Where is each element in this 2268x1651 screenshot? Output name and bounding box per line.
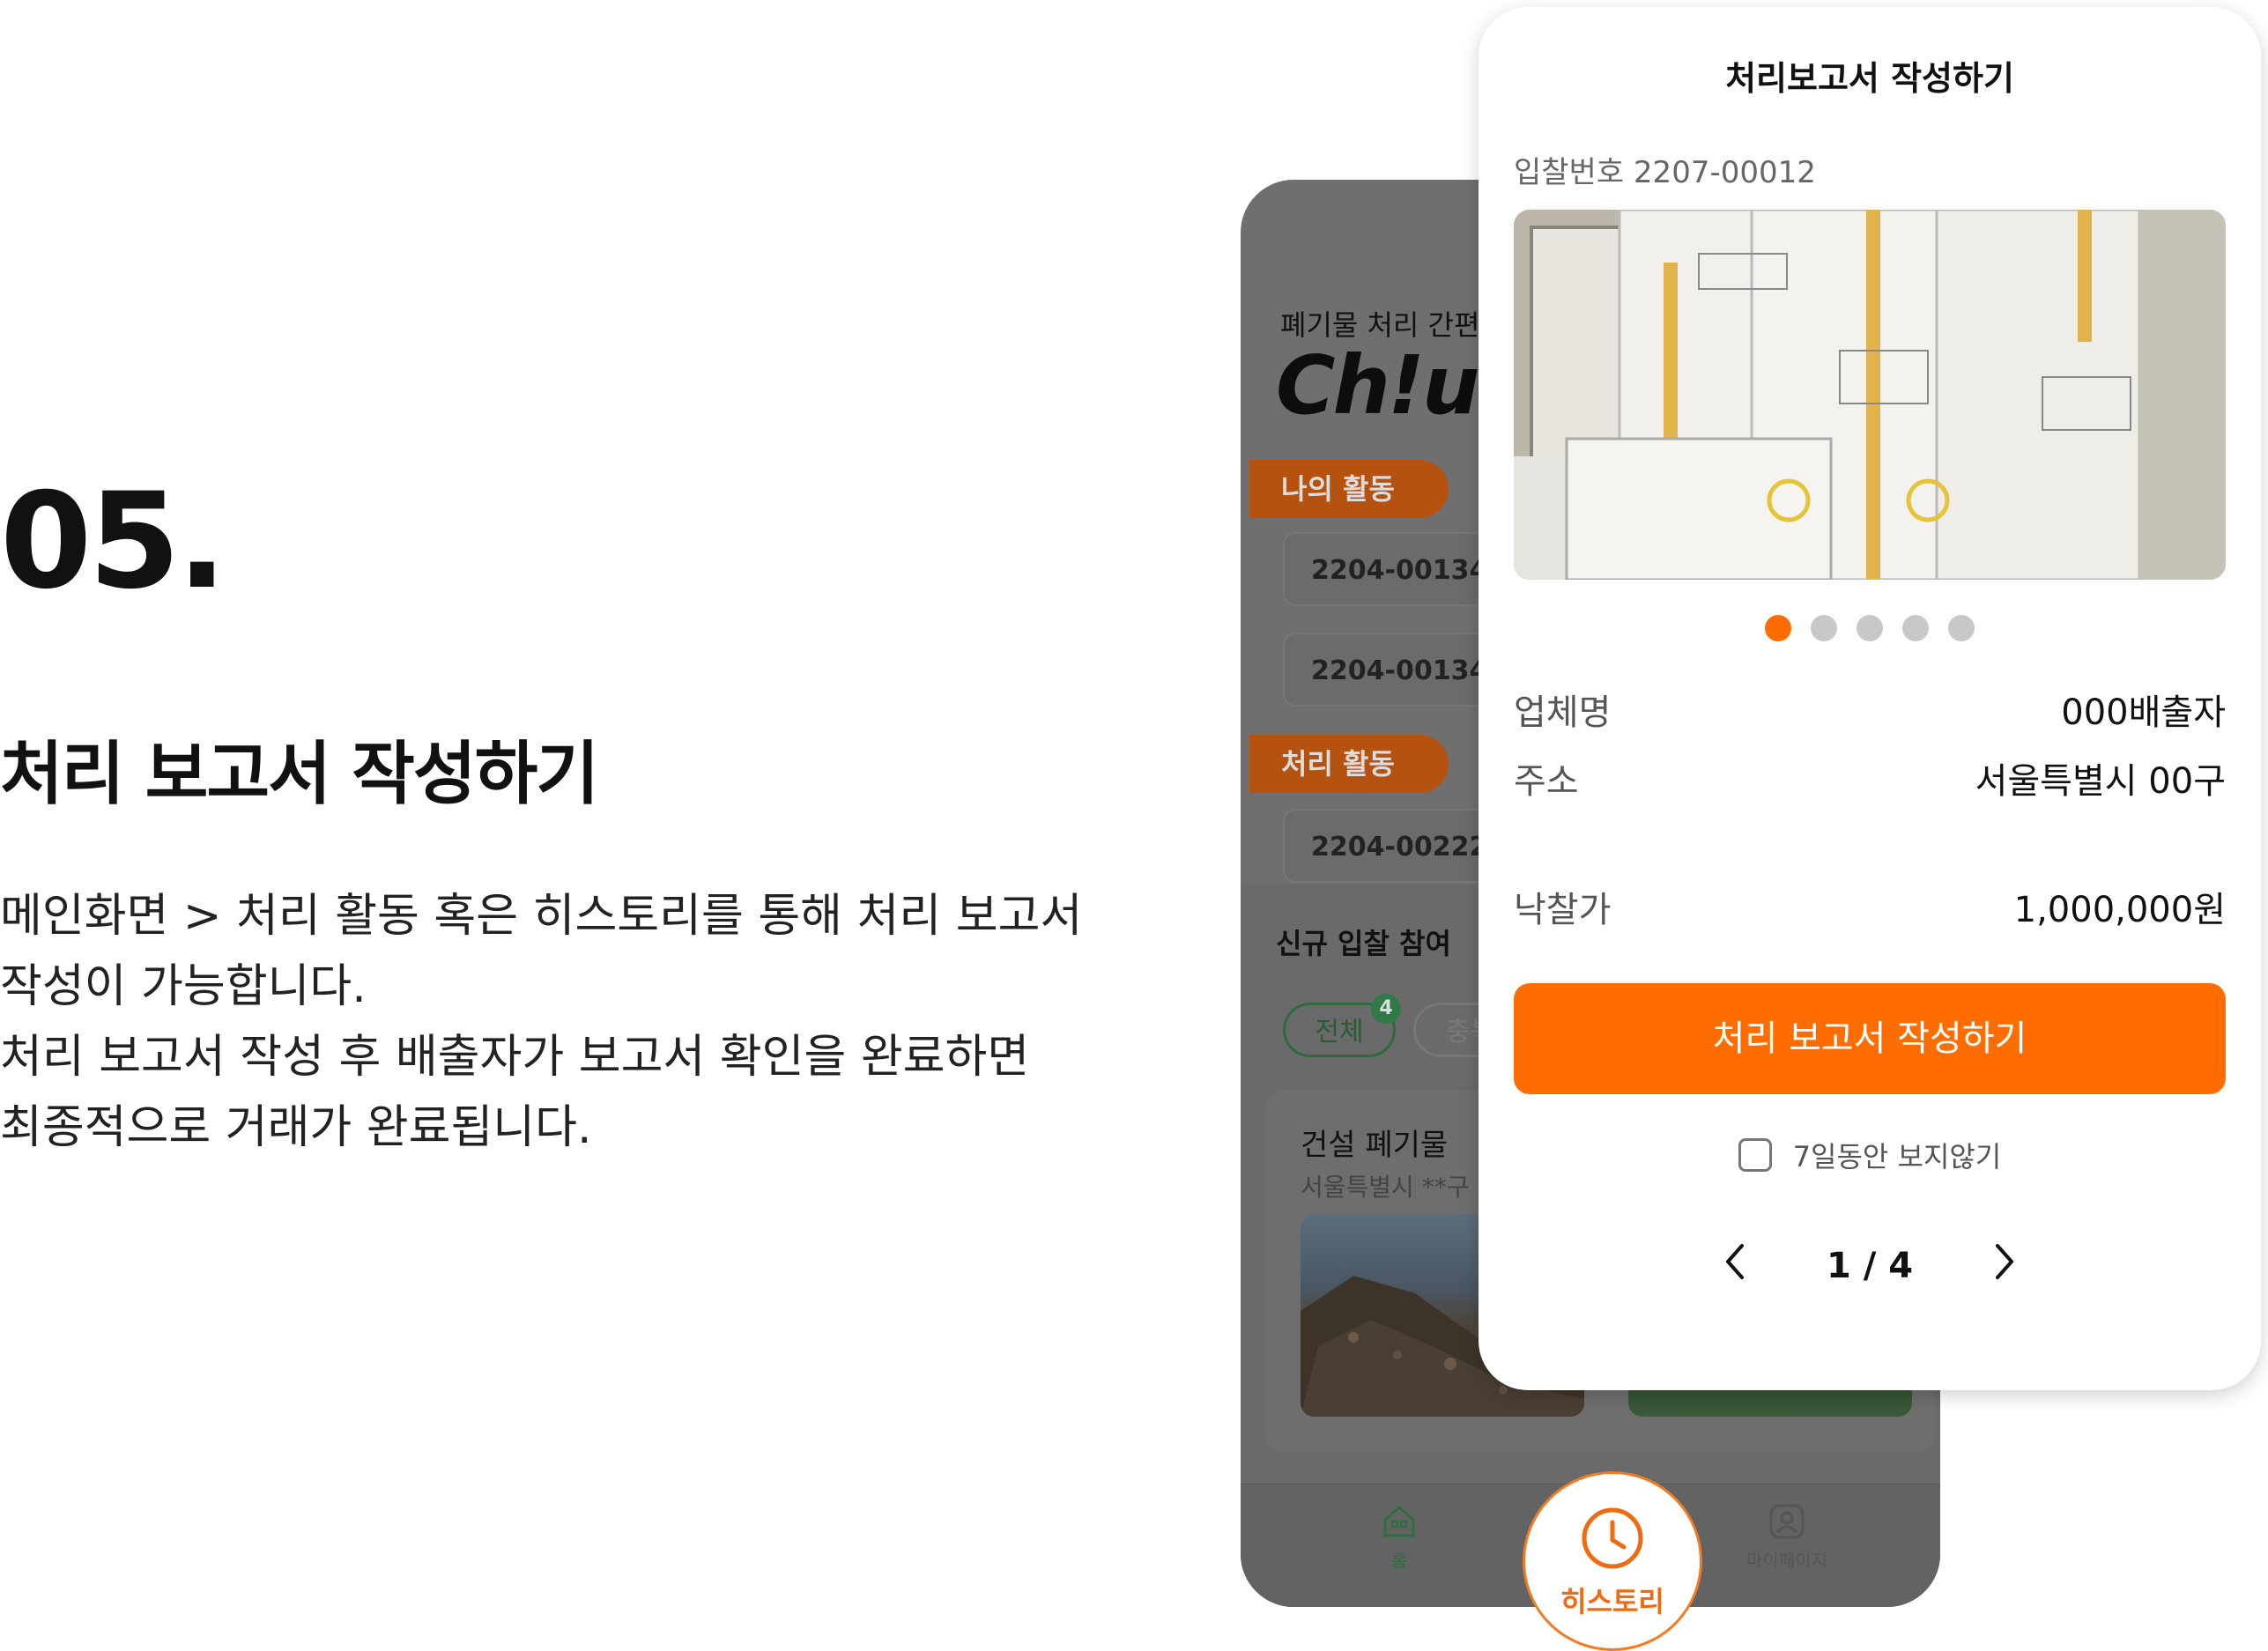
carousel-photo[interactable] <box>1514 210 2226 580</box>
listing-title: 건설 폐기물 <box>1301 1128 1449 1163</box>
address-value: 서울특별시 00구 <box>1975 761 2226 802</box>
carousel-dot[interactable] <box>1948 615 1975 641</box>
tab-history-label: 히스토리 <box>1560 1585 1664 1618</box>
tab-home[interactable]: 홈 <box>1329 1502 1470 1572</box>
description-line: 최종적으로 거래가 완료됩니다. <box>0 1101 592 1154</box>
bid-number: 입찰번호 2207-00012 <box>1514 155 1816 190</box>
company-value: 000배출자 <box>2061 692 2226 733</box>
description-line: 메인화면 > 처리 활동 혹은 히스토리를 통해 처리 보고서 <box>0 890 1083 943</box>
pager: 1 / 4 <box>1479 1240 2261 1292</box>
company-label: 업체명 <box>1514 692 1612 733</box>
hide-7days-option[interactable]: 7일동안 보지않기 <box>1479 1135 2261 1175</box>
page-indicator: 1 / 4 <box>1826 1246 1914 1286</box>
chevron-left-icon <box>1725 1244 1744 1279</box>
carousel-indicator <box>1479 615 2261 645</box>
prev-page-button[interactable] <box>1721 1240 1747 1292</box>
tab-home-label: 홈 <box>1390 1550 1408 1571</box>
new-bid-title: 신규 입찰 참여 <box>1276 927 1451 960</box>
carousel-dot[interactable] <box>1857 615 1883 641</box>
profile-icon <box>1769 1504 1805 1539</box>
hide-checkbox-label: 7일동안 보지않기 <box>1792 1140 2002 1173</box>
my-activity-label: 나의 활동 <box>1249 460 1449 518</box>
write-report-button[interactable]: 처리 보고서 작성하기 <box>1514 983 2226 1094</box>
tab-history-button[interactable]: 히스토리 <box>1523 1471 1702 1651</box>
tab-mypage-label: 마이페이지 <box>1746 1550 1827 1571</box>
section-title: 처리 보고서 작성하기 <box>0 735 599 814</box>
section-description: 메인화면 > 처리 활동 혹은 히스토리를 통해 처리 보고서 작성이 가능합니… <box>0 881 1163 1163</box>
description-line: 작성이 가능합니다. <box>0 960 367 1013</box>
description-line: 처리 보고서 작성 후 배출자가 보고서 확인을 완료하면 <box>0 1031 1030 1084</box>
listing-location: 서울특별시 **구 <box>1301 1173 1470 1202</box>
home-icon <box>1383 1506 1415 1537</box>
carousel-dot[interactable] <box>1902 615 1929 641</box>
filter-count-badge: 4 <box>1371 994 1401 1024</box>
step-number: 05. <box>0 465 227 618</box>
waste-boxes-image <box>1514 210 2226 580</box>
modal-title: 처리보고서 작성하기 <box>1725 59 2014 98</box>
price-label: 낙찰가 <box>1514 890 1612 930</box>
price-value: 1,000,000원 <box>2013 890 2226 930</box>
tab-mypage[interactable]: 마이페이지 <box>1716 1502 1857 1572</box>
process-activity-label: 처리 활동 <box>1249 735 1449 793</box>
address-label: 주소 <box>1514 761 1579 802</box>
carousel-dot-active[interactable] <box>1765 615 1791 641</box>
clock-icon <box>1582 1507 1643 1569</box>
report-modal: 처리보고서 작성하기 입찰번호 2207-00012 업체명 000배출자 주소 <box>1479 7 2261 1390</box>
next-page-button[interactable] <box>1992 1240 2019 1292</box>
chevron-right-icon <box>1996 1244 2014 1279</box>
carousel-dot[interactable] <box>1811 615 1837 641</box>
hide-checkbox[interactable] <box>1738 1138 1772 1172</box>
